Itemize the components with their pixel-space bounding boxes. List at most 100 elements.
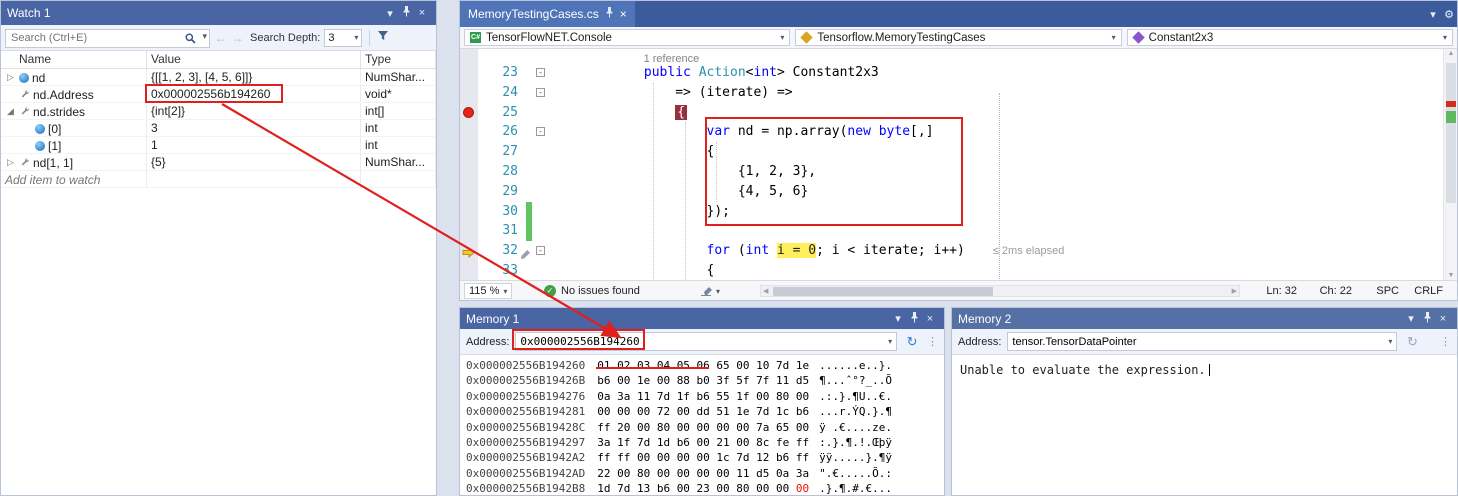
type-dropdown[interactable]: Tensorflow.MemoryTestingCases ▾ <box>795 29 1121 46</box>
pin-icon[interactable] <box>1419 312 1435 326</box>
address-combo[interactable]: ▾ <box>515 332 897 351</box>
search-next-icon[interactable]: → <box>231 31 244 45</box>
vertical-scrollbar[interactable]: ▲ ▼ <box>1443 49 1457 280</box>
address-combo[interactable]: ▾ <box>1007 332 1397 351</box>
watch-value-cell[interactable]: 3 <box>147 120 361 137</box>
code-text[interactable]: => (iterate) => <box>550 83 1443 103</box>
fold-margin[interactable] <box>532 221 550 241</box>
search-icon[interactable] <box>185 31 196 49</box>
close-icon[interactable]: × <box>922 313 938 325</box>
watch-titlebar[interactable]: Watch 1 ▾ × <box>1 1 436 25</box>
glyph-margin[interactable] <box>460 142 478 162</box>
issues-indicator[interactable]: ✓ No issues found <box>544 281 640 301</box>
code-line[interactable]: 23-public Action<int> Constant2x3 <box>460 63 1443 83</box>
glyph-margin[interactable] <box>460 162 478 182</box>
column-header-type[interactable]: Type <box>361 51 436 68</box>
watch-row[interactable]: ◢nd.strides{int[2]}int[] <box>1 103 436 120</box>
chevron-down-icon[interactable]: ▾ <box>884 337 896 346</box>
code-text[interactable]: { <box>550 142 1443 162</box>
glyph-margin[interactable] <box>460 261 478 280</box>
gear-icon[interactable]: ⚙ <box>1441 8 1457 21</box>
code-text[interactable]: { <box>550 261 1443 280</box>
watch-column-headers[interactable]: Name Value Type <box>1 51 436 69</box>
column-header-value[interactable]: Value <box>147 51 361 68</box>
expander-icon[interactable]: ◢ <box>5 106 16 117</box>
fold-margin[interactable] <box>532 261 550 280</box>
window-menu-icon[interactable]: ▾ <box>1403 312 1419 325</box>
chevron-down-icon[interactable]: ▾ <box>1384 337 1396 346</box>
collapse-icon[interactable]: - <box>536 88 545 97</box>
code-line[interactable]: 26-var nd = np.array(new byte[,] <box>460 122 1443 142</box>
scroll-down-icon[interactable]: ▼ <box>1444 272 1458 279</box>
collapse-icon[interactable]: - <box>536 127 545 136</box>
scroll-up-icon[interactable]: ▲ <box>1444 50 1458 57</box>
watch-row[interactable]: ▷nd[1, 1]{5}NumShar... <box>1 154 436 171</box>
tab-memorytestingcases[interactable]: MemoryTestingCases.cs × <box>460 1 635 27</box>
collapse-icon[interactable]: - <box>536 68 545 77</box>
code-line[interactable]: 27{ <box>460 142 1443 162</box>
scrollbar-thumb[interactable] <box>1446 63 1456 203</box>
fold-margin[interactable]: - <box>532 122 550 142</box>
breakpoint-icon[interactable] <box>463 107 474 118</box>
code-line[interactable]: 33{ <box>460 261 1443 280</box>
fold-margin[interactable] <box>532 103 550 123</box>
project-dropdown[interactable]: C# TensorFlowNET.Console ▾ <box>464 29 790 46</box>
watch-value-cell[interactable]: {[[1, 2, 3], [4, 5, 6]]} <box>147 69 361 86</box>
code-text[interactable]: public Action<int> Constant2x3 <box>550 63 1443 83</box>
code-text[interactable]: {4, 5, 6} <box>550 182 1443 202</box>
search-options-icon[interactable]: ▾ <box>202 31 207 42</box>
fold-margin[interactable]: - <box>532 63 550 83</box>
search-input[interactable] <box>5 29 210 48</box>
zoom-select[interactable]: 115 % ▾ <box>464 283 512 299</box>
fold-margin[interactable]: - <box>532 241 550 261</box>
collapse-icon[interactable]: - <box>536 246 545 255</box>
code-text[interactable]: { <box>550 103 1443 123</box>
code-line[interactable]: 25{ <box>460 103 1443 123</box>
toolbar-overflow-icon[interactable]: ⋮ <box>1440 335 1451 348</box>
scrollbar-thumb[interactable] <box>773 287 993 296</box>
document-list-icon[interactable]: ▾ <box>1425 8 1441 21</box>
code-line[interactable]: 30}); <box>460 202 1443 222</box>
glyph-margin[interactable] <box>460 103 478 123</box>
code-text[interactable] <box>550 221 1443 241</box>
window-menu-icon[interactable]: ▾ <box>890 312 906 325</box>
pin-icon[interactable] <box>605 7 614 21</box>
glyph-margin[interactable] <box>460 182 478 202</box>
code-line[interactable]: 28{1, 2, 3}, <box>460 162 1443 182</box>
code-line[interactable]: 31 <box>460 221 1443 241</box>
fold-margin[interactable] <box>532 142 550 162</box>
refresh-icon[interactable]: ↻ <box>1403 334 1421 350</box>
code-text[interactable]: var nd = np.array(new byte[,] <box>550 122 1443 142</box>
spaces-indicator[interactable]: SPC <box>1376 281 1399 301</box>
glyph-margin[interactable] <box>460 63 478 83</box>
expander-icon[interactable]: ▷ <box>5 72 16 83</box>
toolbar-overflow-icon[interactable]: ⋮ <box>927 335 938 348</box>
horizontal-scrollbar[interactable]: ◀ ▶ <box>760 285 1240 297</box>
expander-icon[interactable]: ▷ <box>5 157 16 168</box>
fold-margin[interactable] <box>532 182 550 202</box>
memory1-titlebar[interactable]: Memory 1 ▾ × <box>460 308 944 329</box>
watch-add-item-row[interactable]: Add item to watch <box>1 171 436 188</box>
watch-row[interactable]: [0]3int <box>1 120 436 137</box>
pin-icon[interactable] <box>906 312 922 326</box>
search-prev-icon[interactable]: ← <box>214 31 227 45</box>
fold-margin[interactable] <box>532 202 550 222</box>
memory1-hex-view[interactable]: 0x000002556B19426001 02 03 04 05 06 65 0… <box>460 355 944 495</box>
watch-value-cell[interactable]: 0x000002556b194260 <box>147 86 361 103</box>
glyph-margin[interactable] <box>460 241 478 261</box>
glyph-margin[interactable] <box>460 122 478 142</box>
fold-margin[interactable]: - <box>532 83 550 103</box>
glyph-margin[interactable] <box>460 221 478 241</box>
code-line[interactable]: 24-=> (iterate) => <box>460 83 1443 103</box>
member-dropdown[interactable]: Constant2x3 ▾ <box>1127 29 1453 46</box>
refresh-icon[interactable]: ↻ <box>903 334 921 350</box>
scroll-right-icon[interactable]: ▶ <box>1232 287 1237 295</box>
code-text[interactable]: }); <box>550 202 1443 222</box>
column-header-name[interactable]: Name <box>1 51 147 68</box>
watch-row[interactable]: nd.Address0x000002556b194260void* <box>1 86 436 103</box>
close-icon[interactable]: × <box>1435 313 1451 325</box>
glyph-margin[interactable] <box>460 202 478 222</box>
close-icon[interactable]: × <box>620 7 627 21</box>
watch-row[interactable]: ▷nd{[[1, 2, 3], [4, 5, 6]]}NumShar... <box>1 69 436 86</box>
address-input[interactable] <box>516 335 884 348</box>
